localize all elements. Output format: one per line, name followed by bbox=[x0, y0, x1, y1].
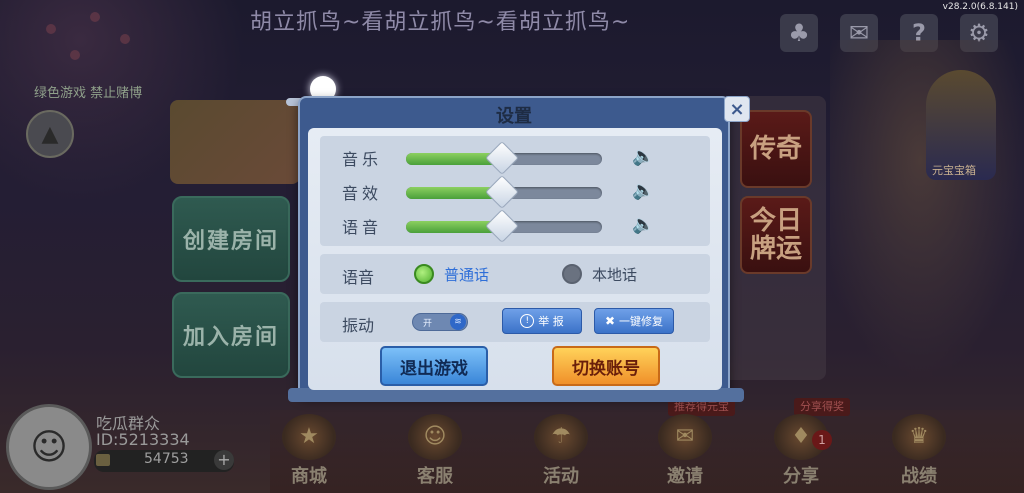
voice-volume-label: 语音 bbox=[342, 218, 383, 237]
switch-account-button[interactable]: 切换账号 bbox=[552, 346, 660, 386]
voice-language-label: 语音 bbox=[342, 268, 375, 287]
dock-shop[interactable]: ★ 商城 bbox=[264, 414, 354, 493]
dock-activity[interactable]: ☂ 活动 bbox=[516, 414, 606, 493]
dock-label: 分享 bbox=[783, 466, 819, 487]
dock-label: 客服 bbox=[417, 466, 453, 487]
join-room-button[interactable]: 加入房间 bbox=[172, 292, 290, 378]
create-room-button[interactable]: 创建房间 bbox=[172, 196, 290, 282]
volume-group: 音乐 🔈 音效 🔈 语音 🔈 bbox=[320, 136, 710, 246]
info-icon: ! bbox=[520, 314, 535, 328]
dock-share[interactable]: ♦ 分享 bbox=[756, 414, 846, 493]
dock-invite[interactable]: ✉ 邀请 bbox=[640, 414, 730, 493]
music-slider-thumb[interactable] bbox=[485, 141, 520, 175]
version-label: v28.2.0(6.8.141) bbox=[942, 2, 1018, 12]
music-slider[interactable] bbox=[406, 141, 602, 175]
exit-game-button[interactable]: 退出游戏 bbox=[380, 346, 488, 386]
dock-service[interactable]: ☺ 客服 bbox=[390, 414, 480, 493]
wrench-icon: ✖ bbox=[604, 314, 616, 328]
green-game-notice: 绿色游戏 禁止赌博 bbox=[34, 86, 143, 101]
right-scenery bbox=[830, 40, 1024, 380]
blossom-decoration bbox=[46, 24, 56, 34]
sfx-slider[interactable] bbox=[406, 175, 602, 209]
daily-fortune-card[interactable]: 今日牌运 bbox=[740, 196, 812, 274]
speaker-icon[interactable]: 🔈 bbox=[632, 214, 658, 236]
vibration-label: 振动 bbox=[342, 316, 375, 335]
speaker-icon[interactable]: 🔈 bbox=[632, 180, 658, 202]
report-button[interactable]: ! 举 报 bbox=[502, 308, 582, 334]
dialog-body: 音乐 🔈 音效 🔈 语音 🔈 语音 普通话 本地话 振动 开 ≋ ! 举 报 ✖… bbox=[308, 128, 722, 390]
share-count-badge: 1 bbox=[812, 430, 832, 450]
legend-game-card[interactable]: 传奇 bbox=[740, 110, 812, 188]
blossom-decoration bbox=[70, 50, 80, 60]
dock-label: 商城 bbox=[291, 466, 327, 487]
stamp-icon[interactable]: ▲ bbox=[26, 110, 74, 158]
blossom-decoration bbox=[90, 12, 100, 22]
blossom-decoration bbox=[120, 34, 130, 44]
coin-icon bbox=[96, 454, 110, 466]
one-click-repair-button[interactable]: ✖ 一键修复 bbox=[594, 308, 674, 334]
vibration-icon: ≋ bbox=[450, 314, 466, 330]
voice-language-group: 语音 普通话 本地话 bbox=[320, 254, 710, 294]
shop-icon: ★ bbox=[282, 414, 336, 460]
mandarin-option[interactable]: 普通话 bbox=[444, 264, 489, 285]
friends-icon[interactable]: ♣ bbox=[780, 14, 818, 52]
dock-label: 活动 bbox=[543, 466, 579, 487]
dock-label: 邀请 bbox=[667, 466, 703, 487]
report-label: 举 报 bbox=[538, 315, 564, 328]
voice-slider-row: 语音 🔈 bbox=[320, 209, 710, 243]
activity-icon: ☂ bbox=[534, 414, 588, 460]
repair-label: 一键修复 bbox=[619, 315, 664, 328]
music-slider-row: 音乐 🔈 bbox=[320, 141, 710, 175]
invite-icon: ✉ bbox=[658, 414, 712, 460]
toggle-state-text: 开 bbox=[423, 319, 433, 329]
dialog-base bbox=[288, 388, 744, 402]
speaker-icon[interactable]: 🔈 bbox=[632, 146, 658, 168]
promo-banner[interactable] bbox=[170, 100, 300, 184]
music-label: 音乐 bbox=[342, 150, 383, 169]
sfx-slider-row: 音效 🔈 bbox=[320, 175, 710, 209]
add-coins-button[interactable]: + bbox=[214, 450, 234, 470]
treasure-box-label: 元宝宝箱 bbox=[932, 164, 976, 177]
player-id: ID:5213334 bbox=[96, 430, 190, 449]
mandarin-radio[interactable] bbox=[414, 264, 434, 284]
sfx-label: 音效 bbox=[342, 184, 383, 203]
voice-slider-thumb[interactable] bbox=[485, 209, 520, 243]
coin-value: 54753 bbox=[144, 451, 189, 467]
local-dialect-option[interactable]: 本地话 bbox=[592, 264, 637, 285]
record-icon: ♛ bbox=[892, 414, 946, 460]
vibration-toggle[interactable]: 开 ≋ bbox=[412, 313, 468, 331]
settings-dialog: 设置 音乐 🔈 音效 🔈 语音 🔈 语音 普通话 本地话 振动 开 ≋ ! 举 … bbox=[288, 96, 744, 402]
dock-record[interactable]: ♛ 战绩 bbox=[874, 414, 964, 493]
vibration-group: 振动 开 ≋ ! 举 报 ✖ 一键修复 bbox=[320, 302, 710, 342]
local-dialect-radio[interactable] bbox=[562, 264, 582, 284]
avatar[interactable]: ☺ bbox=[6, 404, 92, 490]
dock-label: 战绩 bbox=[901, 466, 937, 487]
voice-slider[interactable] bbox=[406, 209, 602, 243]
dialog-title: 设置 bbox=[496, 106, 532, 127]
service-icon: ☺ bbox=[408, 414, 462, 460]
marquee-announcement: 胡立抓鸟~看胡立抓鸟~看胡立抓鸟~ bbox=[250, 10, 631, 35]
sfx-slider-thumb[interactable] bbox=[485, 175, 520, 209]
close-icon[interactable]: × bbox=[724, 96, 750, 122]
